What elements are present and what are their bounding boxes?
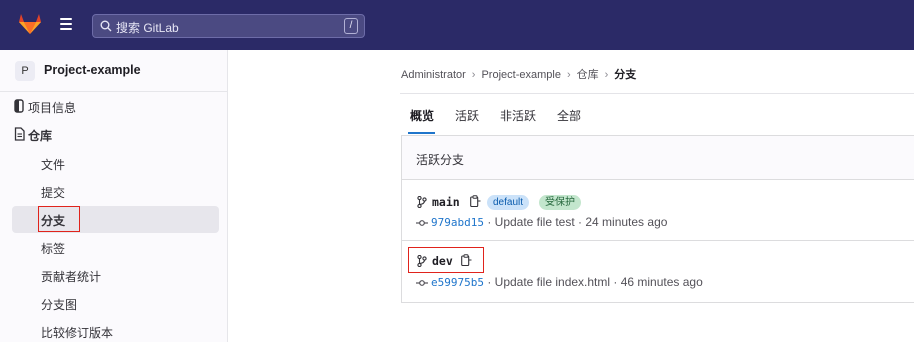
info-icon bbox=[14, 99, 24, 116]
branch-row: main default 受保护 979abd15 · Update file … bbox=[402, 180, 914, 240]
search-input[interactable]: 搜索 GitLab / bbox=[92, 14, 365, 38]
sidebar-item-contributors[interactable]: 贡献者统计 bbox=[12, 262, 219, 289]
breadcrumb-link[interactable]: 仓库 bbox=[577, 69, 599, 81]
sidebar-item-label: 贡献者统计 bbox=[41, 270, 102, 284]
search-shortcut-key: / bbox=[344, 18, 358, 34]
tab-active[interactable]: 活跃 bbox=[455, 107, 479, 124]
branch-icon bbox=[417, 195, 427, 211]
breadcrumb-current: 分支 bbox=[614, 69, 637, 81]
sidebar-item-label: 比较修订版本 bbox=[41, 326, 114, 340]
tab-all[interactable]: 全部 bbox=[557, 107, 581, 124]
sidebar-item-project-info[interactable]: 项目信息 bbox=[12, 93, 219, 120]
active-tab-indicator bbox=[408, 132, 435, 134]
breadcrumb-separator: › bbox=[471, 69, 476, 81]
sidebar-item-repository[interactable]: 仓库 bbox=[12, 121, 219, 148]
search-placeholder: 搜索 GitLab bbox=[116, 21, 179, 35]
sidebar-item-files[interactable]: 文件 bbox=[12, 150, 219, 177]
active-branches-panel: 活跃分支 main default 受保护 979abd15 · Update … bbox=[401, 135, 914, 303]
commit-info: e59975b5 · Update file index.html · 46 m… bbox=[416, 275, 703, 290]
highlight-box bbox=[38, 206, 80, 232]
sidebar-item-label: 文件 bbox=[41, 158, 66, 172]
branch-tabs: 概览 活跃 非活跃 全部 bbox=[400, 94, 914, 135]
branch-row: dev e59975b5 · Update file index.html · … bbox=[402, 240, 914, 304]
top-navbar: 搜索 GitLab / bbox=[0, 0, 914, 50]
sidebar-item-label: 标签 bbox=[41, 242, 66, 256]
commit-sha-link[interactable]: e59975b5 bbox=[431, 276, 484, 289]
breadcrumb-link[interactable]: Project-example bbox=[481, 69, 560, 81]
breadcrumb: Administrator › Project-example › 仓库 › 分支 bbox=[401, 66, 636, 82]
project-name: Project-example bbox=[44, 63, 141, 77]
panel-header: 活跃分支 bbox=[402, 136, 914, 180]
sidebar-item-graph[interactable]: 分支图 bbox=[12, 290, 219, 317]
commit-sha-link[interactable]: 979abd15 bbox=[431, 216, 484, 229]
sidebar-item-label: 提交 bbox=[41, 186, 66, 200]
sidebar-item-tags[interactable]: 标签 bbox=[12, 234, 219, 261]
branch-name-link[interactable]: main bbox=[432, 195, 460, 209]
menu-hamburger-icon[interactable] bbox=[60, 18, 72, 32]
sidebar-item-label: 项目信息 bbox=[28, 101, 77, 115]
commit-message: · Update file test · 24 minutes ago bbox=[483, 215, 668, 229]
project-header[interactable]: P Project-example bbox=[0, 50, 228, 92]
gitlab-logo-icon[interactable] bbox=[18, 13, 42, 38]
breadcrumb-separator: › bbox=[604, 69, 609, 81]
protected-badge: 受保护 bbox=[539, 195, 581, 210]
sidebar-item-label: 分支图 bbox=[41, 298, 78, 312]
commit-icon bbox=[416, 216, 428, 230]
default-badge: default bbox=[487, 195, 530, 210]
tab-overview[interactable]: 概览 bbox=[410, 107, 434, 124]
search-icon bbox=[100, 20, 112, 35]
document-icon bbox=[14, 127, 25, 144]
breadcrumb-separator: › bbox=[566, 69, 571, 81]
highlight-box bbox=[408, 247, 484, 273]
project-avatar: P bbox=[15, 61, 35, 81]
sidebar-item-compare[interactable]: 比较修订版本 bbox=[12, 318, 219, 345]
panel-title: 活跃分支 bbox=[416, 153, 465, 167]
tab-stale[interactable]: 非活跃 bbox=[500, 107, 536, 124]
breadcrumb-link[interactable]: Administrator bbox=[401, 69, 466, 81]
sidebar-item-label: 仓库 bbox=[28, 129, 53, 143]
sidebar: P Project-example 项目信息 仓库 文件 提交 分支 标签 贡献… bbox=[0, 50, 228, 342]
copy-icon[interactable] bbox=[470, 195, 481, 211]
commit-icon bbox=[416, 276, 428, 290]
sidebar-item-commits[interactable]: 提交 bbox=[12, 178, 219, 205]
commit-message: · Update file index.html · 46 minutes ag… bbox=[483, 275, 703, 289]
commit-info: 979abd15 · Update file test · 24 minutes… bbox=[416, 215, 667, 230]
